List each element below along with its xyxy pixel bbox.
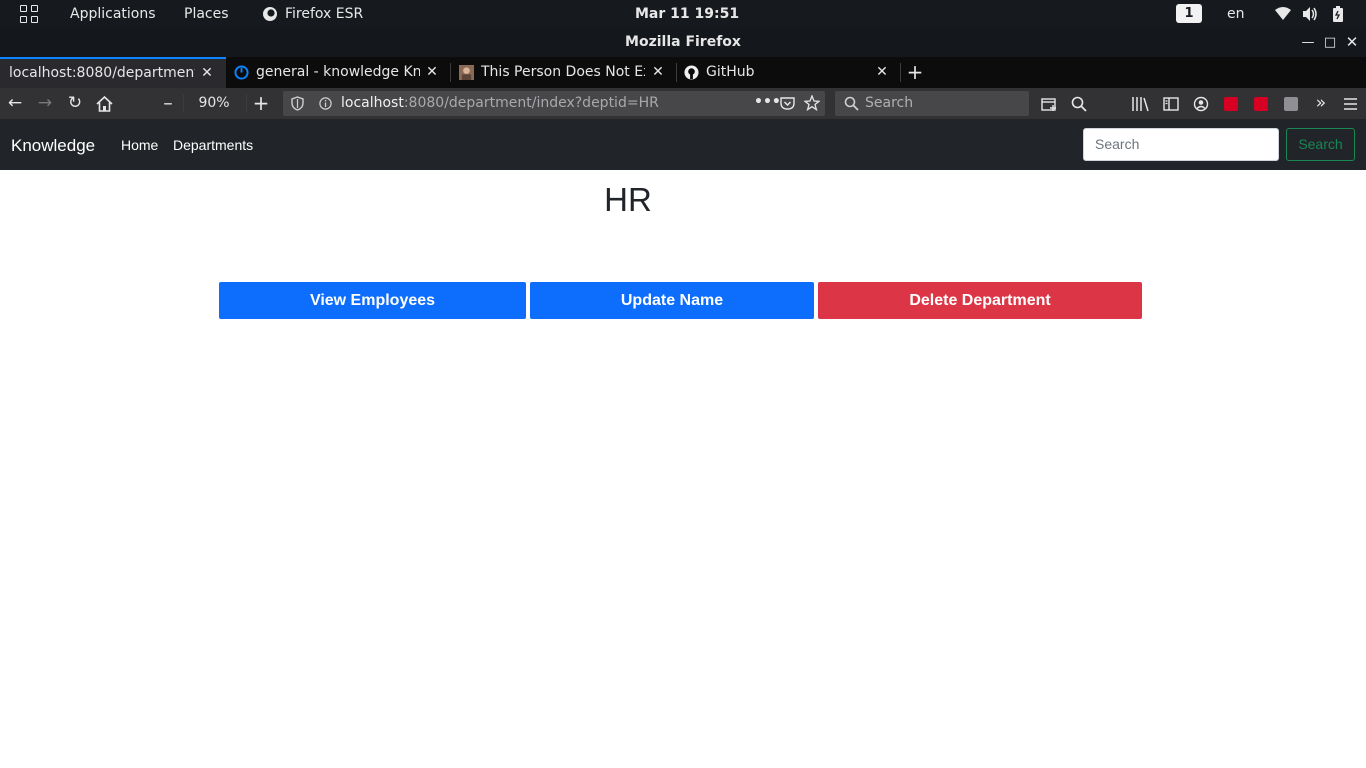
toolbar-separator [183, 94, 184, 113]
delete-department-button[interactable]: Delete Department [818, 282, 1142, 319]
bookmark-star-icon[interactable] [804, 95, 820, 111]
tab-label: general - knowledge Kno [256, 64, 420, 80]
workspace-indicator[interactable]: 1 [1176, 4, 1202, 23]
battery-icon[interactable] [1333, 6, 1343, 22]
back-arrow-icon[interactable]: ← [4, 88, 26, 119]
active-app-label[interactable]: Firefox ESR [285, 0, 363, 28]
nav-link-home[interactable]: Home [121, 119, 158, 171]
volume-icon[interactable] [1302, 6, 1319, 22]
find-icon[interactable] [1071, 96, 1087, 112]
url-bar[interactable]: localhost:8080/department/index?deptid=H… [283, 91, 825, 116]
clock[interactable]: Mar 11 19:51 [635, 0, 739, 28]
close-window-button[interactable]: ✕ [1344, 28, 1360, 57]
account-icon[interactable] [1193, 96, 1209, 112]
reload-icon[interactable]: ↻ [64, 88, 86, 119]
info-icon[interactable] [319, 97, 332, 110]
sidebar-icon[interactable] [1163, 97, 1179, 111]
tab-label: This Person Does Not Exi [481, 64, 645, 80]
firefox-icon [263, 7, 277, 21]
tab-general-knowledge[interactable]: general - knowledge Kno ✕ [226, 57, 450, 88]
github-favicon-icon [684, 65, 699, 80]
site-brand-link[interactable]: Knowledge [11, 119, 95, 172]
pocket-icon[interactable] [780, 96, 795, 111]
site-navbar: Knowledge Home Departments Search Search [0, 119, 1366, 170]
applications-menu[interactable]: Applications [70, 0, 156, 28]
password-extension-icon[interactable] [1254, 97, 1268, 111]
forward-arrow-icon[interactable]: → [34, 88, 56, 119]
language-indicator[interactable]: en [1227, 0, 1245, 28]
navigation-toolbar: ← → ↻ – 90% + localhost:8080/department/… [0, 88, 1366, 119]
window-title: Mozilla Firefox [625, 34, 741, 50]
close-tab-icon[interactable]: ✕ [651, 57, 665, 88]
places-menu[interactable]: Places [184, 0, 229, 28]
library-icon[interactable] [1132, 96, 1150, 112]
tab-label: GitHub [706, 64, 755, 80]
url-text[interactable]: localhost:8080/department/index?deptid=H… [341, 91, 659, 116]
page-actions-icon[interactable]: ••• [754, 91, 781, 114]
tab-department[interactable]: localhost:8080/department/ ✕ [0, 57, 226, 88]
tab-github[interactable]: GitHub ✕ [677, 57, 899, 88]
home-icon[interactable] [96, 96, 113, 112]
overflow-chevron-icon[interactable]: » [1311, 88, 1331, 119]
shield-icon[interactable] [291, 96, 304, 111]
update-name-button[interactable]: Update Name [530, 282, 814, 319]
tab-strip: localhost:8080/department/ ✕ general - k… [0, 57, 1366, 88]
new-tab-icon[interactable]: + [904, 57, 926, 88]
search-icon [844, 96, 859, 111]
url-host: localhost [341, 95, 404, 111]
toolbar-separator [246, 94, 247, 113]
close-tab-icon[interactable]: ✕ [425, 57, 439, 88]
zoom-out-button[interactable]: – [158, 88, 178, 119]
department-title: HR [604, 181, 652, 218]
tab-separator [900, 63, 901, 82]
tab-label: localhost:8080/department/ [9, 65, 195, 81]
extension-icon[interactable] [1284, 97, 1298, 111]
tab-this-person[interactable]: This Person Does Not Exi ✕ [451, 57, 676, 88]
lock-extension-icon[interactable] [1224, 97, 1238, 111]
view-employees-button[interactable]: View Employees [219, 282, 526, 319]
zoom-level[interactable]: 90% [191, 88, 237, 119]
app-grid-icon[interactable] [20, 5, 38, 23]
minimize-button[interactable]: — [1300, 28, 1316, 57]
site-search-button[interactable]: Search [1286, 128, 1355, 161]
maximize-button[interactable]: □ [1322, 28, 1338, 57]
hamburger-menu-icon[interactable] [1343, 97, 1358, 111]
system-top-bar: Applications Places Firefox ESR Mar 11 1… [0, 0, 1366, 28]
search-placeholder: Search [865, 95, 914, 111]
browser-search-bar[interactable]: Search [835, 91, 1029, 116]
person-photo-favicon-icon [459, 65, 474, 80]
close-tab-icon[interactable]: ✕ [200, 59, 214, 88]
loading-favicon-icon [234, 65, 249, 80]
wifi-icon[interactable] [1275, 7, 1291, 21]
zoom-in-button[interactable]: + [250, 88, 272, 119]
url-path: :8080/department/index?deptid=HR [403, 95, 659, 111]
window-title-bar: Mozilla Firefox — □ ✕ [0, 28, 1366, 57]
container-tab-icon[interactable] [1041, 96, 1057, 112]
nav-link-departments[interactable]: Departments [173, 119, 253, 171]
site-search-input[interactable]: Search [1083, 128, 1279, 161]
close-tab-icon[interactable]: ✕ [875, 57, 889, 88]
